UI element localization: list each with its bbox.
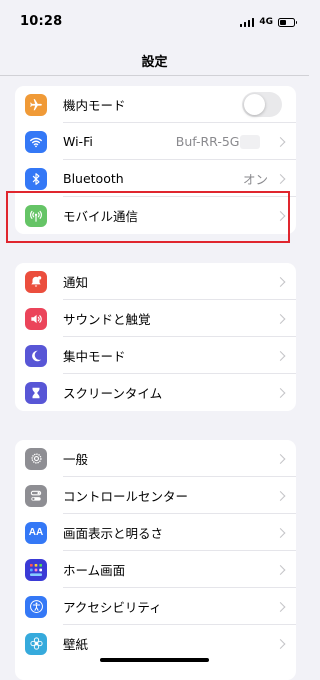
chevron-right-icon <box>275 564 286 575</box>
bell-icon <box>25 270 47 293</box>
settings-row-label: 画面表示と明るさ <box>63 526 164 541</box>
gear-icon <box>25 447 47 470</box>
settings-row-airplane-mode[interactable]: 機内モード <box>15 86 296 123</box>
status-indicators: 4G <box>239 16 297 28</box>
airplane-icon <box>25 93 47 116</box>
chevron-right-icon <box>275 527 286 538</box>
settings-row-label: Bluetooth <box>63 171 124 186</box>
chevron-right-icon <box>275 638 286 649</box>
redacted-network-suffix <box>240 135 260 149</box>
status-bar: 10:28 4G <box>0 0 309 40</box>
settings-row-accessibility[interactable]: アクセシビリティ <box>15 588 296 625</box>
settings-row-label: 壁紙 <box>63 637 89 652</box>
chevron-right-icon <box>275 453 286 464</box>
settings-row-screen-time[interactable]: スクリーンタイム <box>15 374 296 411</box>
settings-row-wifi[interactable]: Wi-Fi Buf-RR-5G- <box>15 123 296 160</box>
accessibility-icon <box>25 595 47 618</box>
chevron-right-icon <box>275 173 286 184</box>
wifi-icon <box>25 130 47 153</box>
settings-row-label: サウンドと触覚 <box>63 312 151 327</box>
settings-row-label: 一般 <box>63 452 89 467</box>
text-size-icon: AA <box>25 521 47 544</box>
settings-row-general[interactable]: 一般 <box>15 440 296 477</box>
chevron-right-icon <box>275 601 286 612</box>
chevron-right-icon <box>275 276 286 287</box>
chevron-right-icon <box>275 387 286 398</box>
flower-icon <box>25 632 47 655</box>
nav-divider <box>0 75 309 76</box>
settings-row-label: スクリーンタイム <box>63 386 163 401</box>
settings-row-label: 集中モード <box>63 349 126 364</box>
home-indicator <box>100 658 209 662</box>
airplane-mode-toggle[interactable] <box>242 92 282 117</box>
settings-row-label: アクセシビリティ <box>63 600 162 615</box>
settings-row-label: 機内モード <box>63 98 126 113</box>
cellular-signal-icon <box>239 17 255 27</box>
chevron-right-icon <box>275 136 286 147</box>
settings-row-home-screen[interactable]: ホーム画面 <box>15 551 296 588</box>
settings-row-wallpaper[interactable]: 壁紙 <box>15 625 296 662</box>
chevron-right-icon <box>275 313 286 324</box>
hourglass-icon <box>25 381 47 404</box>
settings-row-display-brightness[interactable]: AA 画面表示と明るさ <box>15 514 296 551</box>
chevron-right-icon <box>275 350 286 361</box>
status-time: 10:28 <box>20 14 63 29</box>
battery-icon <box>278 17 297 27</box>
settings-row-label: 通知 <box>63 275 89 290</box>
settings-row-label: コントロールセンター <box>63 489 189 504</box>
settings-row-control-center[interactable]: コントロールセンター <box>15 477 296 514</box>
highlight-annotation <box>6 191 290 243</box>
settings-group-general: 一般 コントロールセンター AA 画面表示と明るさ ホーム画面 アクセシビリティ… <box>15 440 296 680</box>
bluetooth-icon <box>25 167 47 190</box>
page-title: 設定 <box>141 55 168 70</box>
speaker-icon <box>25 307 47 330</box>
moon-icon <box>25 344 47 367</box>
toggles-icon <box>25 484 47 507</box>
settings-row-sounds[interactable]: サウンドと触覚 <box>15 300 296 337</box>
bluetooth-status: オン <box>242 172 268 187</box>
settings-group-attention: 通知 サウンドと触覚 集中モード スクリーンタイム <box>15 263 296 411</box>
settings-row-notifications[interactable]: 通知 <box>15 263 296 300</box>
wifi-network-name: Buf-RR-5G- <box>175 134 244 149</box>
settings-row-label: ホーム画面 <box>63 563 126 578</box>
network-type-label: 4G <box>259 17 273 27</box>
settings-row-label: Wi-Fi <box>63 134 93 149</box>
chevron-right-icon <box>275 490 286 501</box>
home-grid-icon <box>25 558 47 581</box>
settings-row-focus[interactable]: 集中モード <box>15 337 296 374</box>
